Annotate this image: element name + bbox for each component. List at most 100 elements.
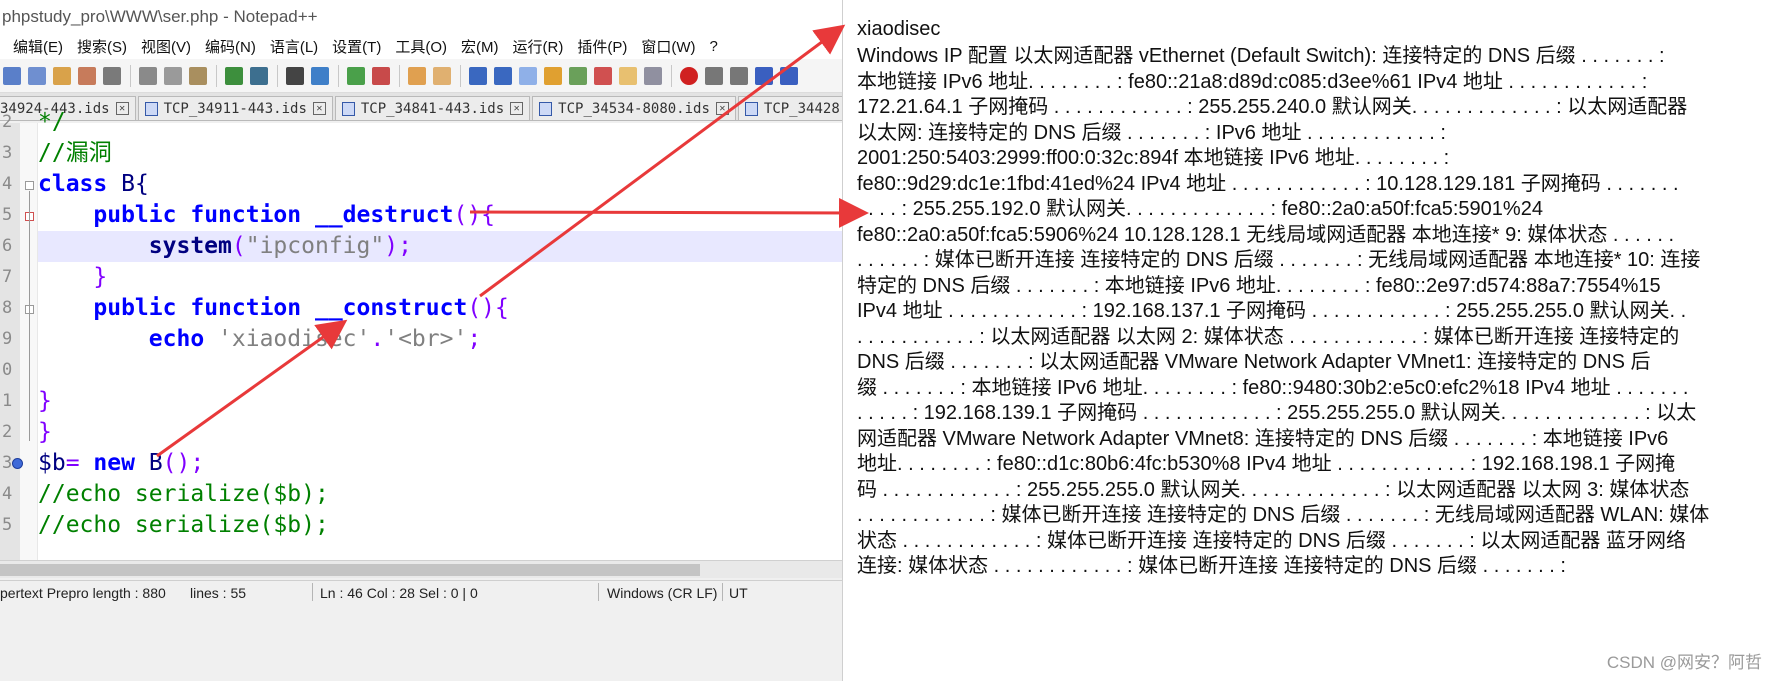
code-line: //漏洞	[38, 138, 842, 169]
line-number: 0	[2, 360, 13, 380]
menu-macro[interactable]: 宏(M)	[461, 36, 499, 57]
lang-icon[interactable]	[544, 66, 562, 85]
status-encoding: UT	[729, 585, 748, 601]
cut-icon[interactable]	[139, 66, 157, 85]
punctuation: }	[93, 264, 108, 290]
code-line-current: system("ipconfig");	[38, 231, 842, 262]
comment: */	[38, 109, 66, 135]
line-number: 4	[2, 484, 13, 504]
replace-icon[interactable]	[311, 66, 329, 85]
output-line: 本地链接 IPv6 地址. . . . . . . . : fe80::21a8…	[857, 70, 1648, 93]
output-line: . . . . . . . . . . . . : 媒体已断开连接 连接特定的 …	[857, 504, 1710, 526]
status-separator	[598, 583, 599, 601]
save-macro-icon[interactable]	[780, 66, 798, 85]
output-line: . . . . : 255.255.192.0 默认网关. . . . . . …	[857, 198, 1543, 220]
line-number: 5	[2, 205, 13, 225]
scrollbar-thumb[interactable]	[0, 564, 700, 576]
code-line: }	[38, 262, 842, 293]
line-number: 8	[2, 298, 13, 318]
window-title: phpstudy_pro\WWW\ser.php - Notepad++	[0, 0, 842, 33]
comment: //漏洞	[38, 140, 112, 166]
output-line: 缀 . . . . . . . : 本地链接 IPv6 地址. . . . . …	[857, 376, 1689, 399]
operator: .	[370, 326, 385, 352]
doc-map-icon[interactable]	[569, 66, 587, 85]
keyword: public	[93, 202, 177, 228]
output-line: 网适配器 VMware Network Adapter VMnet8: 连接特定…	[857, 427, 1669, 450]
line-number: 7	[2, 267, 13, 287]
function-call: system	[148, 233, 232, 259]
bookmark-icon[interactable]	[12, 458, 23, 469]
keyword: function	[190, 295, 302, 321]
punctuation: ();	[162, 450, 205, 476]
status-separator	[722, 583, 723, 601]
code-editor[interactable]: 2 3 4 5 6 7 8 9 0 1 2 3 4 5 */ //漏洞 clas…	[0, 109, 842, 560]
menu-plugins[interactable]: 插件(P)	[577, 36, 627, 57]
keyword: echo	[148, 326, 205, 352]
code-line: echo 'xiaodisec'.'<br>';	[38, 324, 842, 355]
output-line: 特定的 DNS 后缀 . . . . . . . : 本地链接 IPv6 地址.…	[857, 274, 1661, 297]
fold-line	[29, 191, 30, 441]
copy-icon[interactable]	[164, 66, 182, 85]
output-line: Windows IP 配置 以太网适配器 vEthernet (Default …	[857, 45, 1665, 67]
zoom-in-icon[interactable]	[347, 66, 365, 85]
horizontal-scrollbar[interactable]	[0, 560, 842, 578]
class-name: B	[134, 450, 163, 476]
line-number: 2	[2, 112, 13, 132]
output-line: . . . . . : 192.168.139.1 子网掩码 . . . . .…	[857, 402, 1697, 424]
print-icon[interactable]	[103, 66, 121, 85]
save-all-icon[interactable]	[28, 66, 46, 85]
play-macro-icon[interactable]	[730, 66, 748, 85]
menu-search[interactable]: 搜索(S)	[77, 36, 127, 57]
wrap-icon[interactable]	[469, 66, 487, 85]
code-line: }	[38, 386, 842, 417]
output-line: . . . . . . . . . . . : 以太网适配器 以太网 2: 媒体…	[857, 325, 1680, 348]
menu-settings[interactable]: 设置(T)	[332, 36, 381, 57]
output-line: 2001:250:5403:2999:ff00:0:32c:894f 本地链接 …	[857, 147, 1450, 169]
operator: =	[65, 450, 80, 476]
show-all-chars-icon[interactable]	[494, 66, 512, 85]
find-icon[interactable]	[286, 66, 304, 85]
line-number: 5	[2, 515, 13, 535]
function-name: __construct	[314, 295, 468, 321]
keyword: public	[93, 295, 177, 321]
status-file-type: pertext Prepro length : 880	[0, 585, 166, 601]
sync-h-icon[interactable]	[433, 66, 451, 85]
code-line: }	[38, 417, 842, 448]
undo-icon[interactable]	[225, 66, 243, 85]
menu-help[interactable]: ?	[709, 38, 717, 55]
menu-window[interactable]: 窗口(W)	[641, 36, 695, 57]
notepad-window: phpstudy_pro\WWW\ser.php - Notepad++ 编辑(…	[0, 0, 843, 681]
record-macro-icon[interactable]	[680, 66, 698, 85]
code-line: */	[38, 107, 842, 138]
run-macro-multiple-icon[interactable]	[755, 66, 773, 85]
toolbar-separator	[216, 64, 217, 87]
monitor-icon[interactable]	[644, 66, 662, 85]
output-line: 以太网: 连接特定的 DNS 后缀 . . . . . . . : IPv6 地…	[857, 121, 1446, 144]
indent-guide-icon[interactable]	[519, 66, 537, 85]
close-all-icon[interactable]	[78, 66, 96, 85]
redo-icon[interactable]	[250, 66, 268, 85]
menu-run[interactable]: 运行(R)	[513, 36, 564, 57]
folder-workspace-icon[interactable]	[619, 66, 637, 85]
punctuation: }	[38, 388, 52, 414]
menu-edit[interactable]: 编辑(E)	[13, 36, 63, 57]
paste-icon[interactable]	[189, 66, 207, 85]
code-line: //echo serialize($b);	[38, 479, 842, 510]
menu-tools[interactable]: 工具(O)	[395, 36, 447, 57]
menu-view[interactable]: 视图(V)	[141, 36, 191, 57]
menu-encoding[interactable]: 编码(N)	[205, 36, 256, 57]
save-icon[interactable]	[3, 66, 21, 85]
menu-language[interactable]: 语言(L)	[270, 36, 318, 57]
stop-macro-icon[interactable]	[705, 66, 723, 85]
string: '<br>'	[384, 326, 468, 352]
function-list-icon[interactable]	[594, 66, 612, 85]
toolbar-separator	[277, 64, 278, 87]
zoom-out-icon[interactable]	[372, 66, 390, 85]
status-separator	[312, 583, 313, 601]
function-name: __destruct	[314, 202, 454, 228]
fold-toggle[interactable]	[25, 181, 34, 190]
keyword: function	[190, 202, 302, 228]
sync-v-icon[interactable]	[408, 66, 426, 85]
close-file-icon[interactable]	[53, 66, 71, 85]
line-number: 6	[2, 236, 13, 256]
